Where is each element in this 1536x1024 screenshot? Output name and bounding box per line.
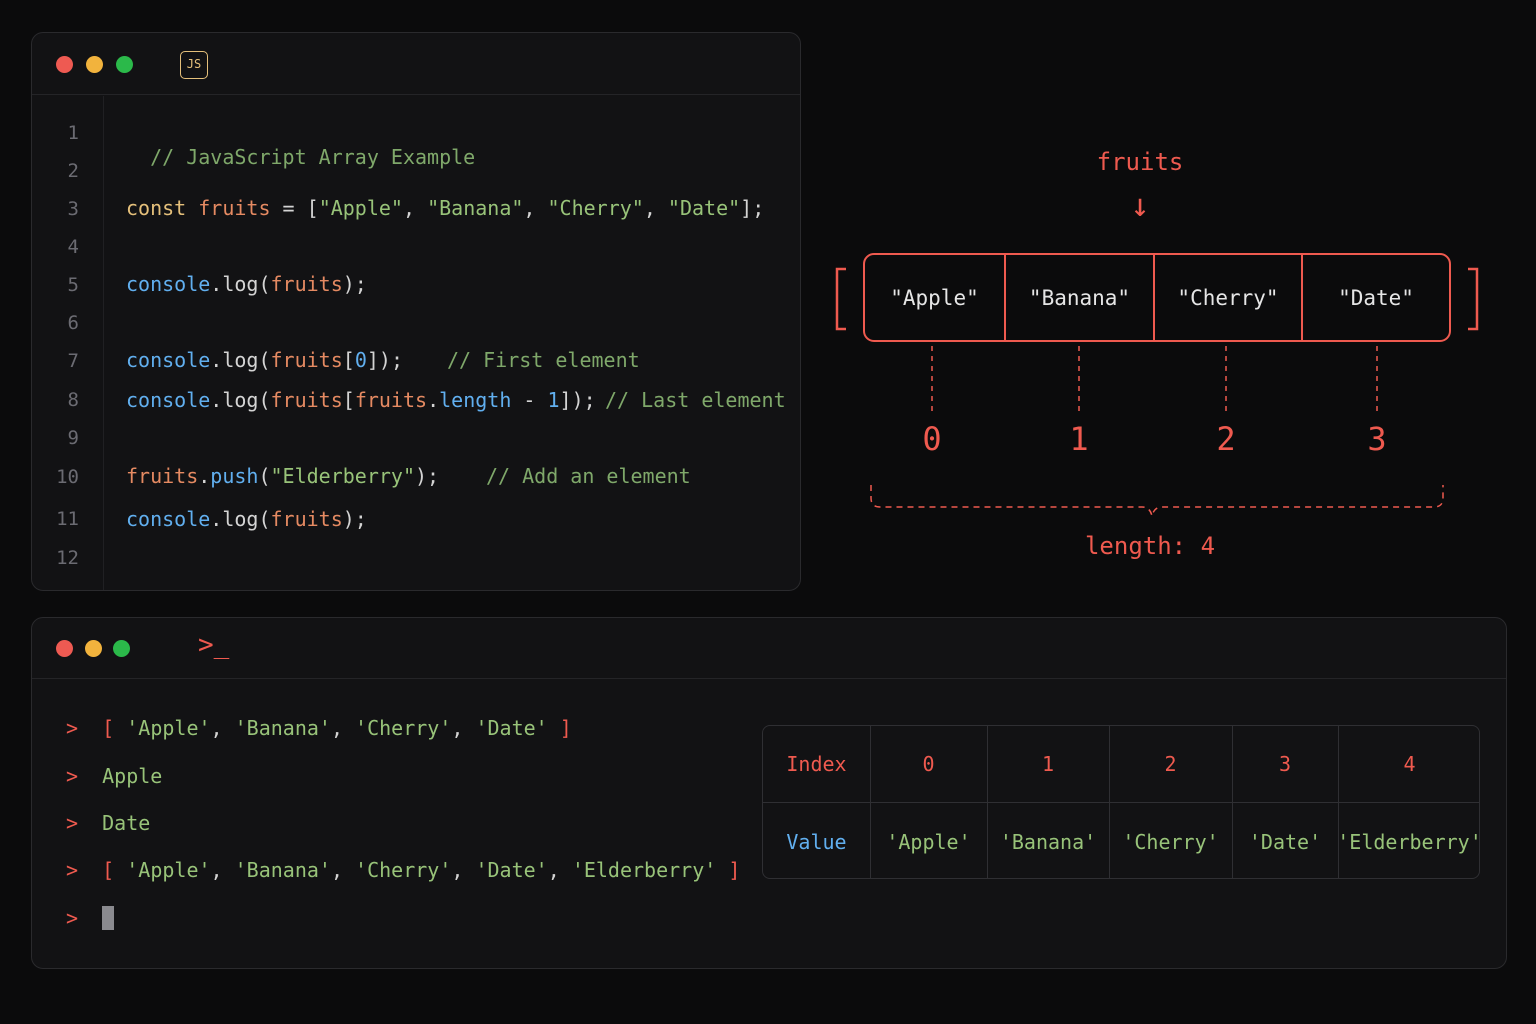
array-cell-value: "Apple" bbox=[890, 286, 979, 310]
minimize-window-button[interactable] bbox=[85, 640, 102, 657]
prompt-chevron: > bbox=[66, 716, 79, 740]
array-close-bracket: ] bbox=[547, 716, 572, 740]
array-index: 3 bbox=[1367, 420, 1387, 458]
prompt-chevron: > bbox=[66, 906, 79, 930]
terminal-prompt-icon: >_ bbox=[198, 630, 230, 660]
array-index: 0 bbox=[922, 420, 942, 458]
table-value-cell: 'Elderberry' bbox=[1337, 829, 1480, 854]
row-header-value: Value bbox=[786, 829, 847, 854]
output-separator: , bbox=[330, 858, 356, 882]
output-string: 'Cherry' bbox=[355, 858, 452, 882]
array-index: 1 bbox=[1069, 420, 1089, 458]
output-string: 'Apple' bbox=[126, 716, 211, 740]
output-separator: , bbox=[330, 716, 356, 740]
table-index-cell: 0 bbox=[922, 752, 935, 776]
table-index-cell: 2 bbox=[1164, 752, 1177, 776]
output-separator: , bbox=[210, 858, 235, 882]
table-value-cell: 'Apple' bbox=[886, 829, 971, 854]
output-string: 'Apple' bbox=[126, 858, 211, 882]
terminal-titlebar: >_ bbox=[32, 618, 1506, 679]
output-string: 'Banana' bbox=[234, 858, 331, 882]
maximize-window-button[interactable] bbox=[113, 640, 130, 657]
table-index-cell: 1 bbox=[1041, 752, 1055, 776]
array-open-bracket: [ bbox=[102, 716, 127, 740]
output-value: Apple bbox=[102, 764, 163, 788]
prompt-chevron: > bbox=[66, 764, 79, 788]
terminal-output-line: > [ 'Apple', 'Banana', 'Cherry', 'Date' … bbox=[66, 716, 572, 740]
text-cursor bbox=[102, 906, 115, 930]
array-cell-value: "Cherry" bbox=[1177, 286, 1279, 310]
output-string: 'Cherry' bbox=[355, 716, 452, 740]
output-separator: , bbox=[451, 858, 476, 882]
row-header-index: Index bbox=[786, 752, 847, 776]
terminal-output-line: > [ 'Apple', 'Banana', 'Cherry', 'Date',… bbox=[66, 858, 740, 882]
table-value-cell: 'Cherry' bbox=[1122, 829, 1219, 854]
close-window-button[interactable] bbox=[56, 640, 73, 657]
output-string: 'Elderberry' bbox=[571, 858, 717, 882]
output-separator: , bbox=[210, 716, 235, 740]
prompt-chevron: > bbox=[66, 811, 79, 835]
output-separator: , bbox=[547, 858, 572, 882]
terminal-output-line: > Apple bbox=[66, 764, 162, 788]
output-string: 'Banana' bbox=[234, 716, 331, 740]
terminal-input-line[interactable]: > bbox=[66, 906, 115, 930]
close-bracket-shape bbox=[1468, 267, 1479, 331]
array-index: 2 bbox=[1216, 420, 1236, 458]
prompt-chevron: > bbox=[66, 858, 79, 882]
table-value-cell: 'Banana' bbox=[999, 829, 1097, 854]
array-length-label: length: 4 bbox=[1084, 532, 1216, 560]
table-value-cell: 'Date' bbox=[1248, 829, 1322, 854]
array-open-bracket: [ bbox=[102, 858, 127, 882]
table-index-cell: 3 bbox=[1278, 752, 1292, 776]
output-separator: , bbox=[451, 716, 476, 740]
terminal-output-line: > Date bbox=[66, 811, 150, 835]
array-close-bracket: ] bbox=[716, 858, 741, 882]
output-string: 'Date' bbox=[475, 716, 548, 740]
length-brace bbox=[870, 485, 1444, 517]
output-value: Date bbox=[102, 811, 151, 835]
index-value-table: Index 0 1 2 3 4 Value 'Apple' 'Banana' '… bbox=[762, 725, 1480, 879]
array-cell-value: "Date" bbox=[1338, 286, 1414, 310]
table-index-cell: 4 bbox=[1403, 752, 1416, 776]
output-string: 'Date' bbox=[475, 858, 548, 882]
open-bracket-shape bbox=[835, 267, 846, 331]
array-cell-value: "Banana" bbox=[1028, 286, 1131, 310]
